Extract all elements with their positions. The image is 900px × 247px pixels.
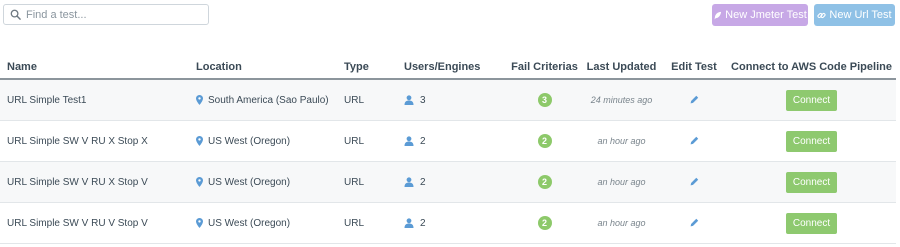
test-last-updated: 24 minutes ago: [582, 79, 661, 121]
connect-button[interactable]: Connect: [786, 171, 837, 193]
test-connect: Connect: [727, 202, 896, 244]
test-location: South America (Sao Paulo): [196, 79, 344, 121]
connect-button[interactable]: Connect: [786, 130, 837, 152]
test-last-updated: an hour ago: [582, 120, 661, 162]
table-row[interactable]: URL Simple SW V RU X Stop V US West (Ore…: [0, 161, 896, 203]
test-type: URL: [344, 161, 404, 203]
column-header-edit-test: Edit Test: [661, 56, 727, 80]
column-header-last-updated[interactable]: Last Updated: [582, 56, 661, 80]
test-name[interactable]: URL Simple SW V RU X Stop V: [0, 161, 196, 203]
search-box[interactable]: [3, 4, 209, 25]
column-header-users[interactable]: Users/Engines: [404, 56, 507, 80]
test-connect: Connect: [727, 79, 896, 121]
user-icon: [404, 218, 414, 228]
search-input[interactable]: [26, 8, 206, 21]
user-icon: [404, 95, 414, 105]
test-edit: [661, 202, 727, 244]
column-header-location[interactable]: Location: [196, 56, 344, 80]
column-header-name[interactable]: Name: [0, 56, 196, 80]
fail-criterias-badge: 3: [537, 93, 552, 107]
test-type: URL: [344, 79, 404, 121]
column-header-fail-criterias[interactable]: Fail Criterias: [507, 56, 582, 80]
toolbar: New Jmeter Test New Url Test: [0, 0, 900, 36]
test-connect: Connect: [727, 120, 896, 162]
tests-table: Name Location Type Users/Engines Fail Cr…: [0, 56, 896, 244]
new-jmeter-test-button[interactable]: New Jmeter Test: [712, 4, 808, 26]
test-last-updated: an hour ago: [582, 161, 661, 203]
map-pin-icon: [196, 94, 203, 105]
feather-icon: [714, 11, 722, 20]
last-updated-label: an hour ago: [597, 135, 646, 146]
column-header-type[interactable]: Type: [344, 56, 404, 80]
new-jmeter-test-label: New Jmeter Test: [725, 9, 807, 21]
new-url-test-label: New Url Test: [829, 9, 892, 21]
fail-criterias-badge: 2: [537, 134, 552, 148]
table-header-row: Name Location Type Users/Engines Fail Cr…: [0, 56, 896, 80]
table-row[interactable]: URL Simple SW V RU V Stop V US West (Ore…: [0, 202, 896, 244]
last-updated-label: an hour ago: [597, 217, 646, 228]
test-connect: Connect: [727, 161, 896, 203]
test-name[interactable]: URL Simple SW V RU X Stop X: [0, 120, 196, 162]
test-users-count: 2: [420, 135, 426, 147]
table-row[interactable]: URL Simple SW V RU X Stop X US West (Ore…: [0, 120, 896, 162]
test-type: URL: [344, 202, 404, 244]
link-icon: [817, 12, 826, 18]
new-url-test-button[interactable]: New Url Test: [814, 4, 895, 26]
test-users: 2: [404, 202, 507, 244]
test-users-count: 3: [420, 94, 426, 106]
test-users: 2: [404, 161, 507, 203]
test-users: 3: [404, 79, 507, 121]
pencil-icon[interactable]: [690, 95, 699, 104]
map-pin-icon: [196, 176, 203, 187]
connect-button[interactable]: Connect: [786, 212, 837, 234]
map-pin-icon: [196, 135, 203, 146]
user-icon: [404, 177, 414, 187]
map-pin-icon: [196, 217, 203, 228]
test-fail-criterias: 2: [507, 202, 582, 244]
table-row[interactable]: URL Simple Test1 South America (Sao Paul…: [0, 79, 896, 121]
test-location: US West (Oregon): [196, 120, 344, 162]
connect-button[interactable]: Connect: [786, 89, 837, 111]
test-location: US West (Oregon): [196, 202, 344, 244]
test-edit: [661, 79, 727, 121]
user-icon: [404, 136, 414, 146]
last-updated-label: 24 minutes ago: [590, 94, 653, 105]
fail-criterias-badge: 2: [537, 175, 552, 189]
pencil-icon[interactable]: [690, 218, 699, 227]
test-users-count: 2: [420, 217, 426, 229]
test-location-label: South America (Sao Paulo): [208, 94, 329, 106]
last-updated-label: an hour ago: [597, 176, 646, 187]
test-edit: [661, 120, 727, 162]
test-last-updated: an hour ago: [582, 202, 661, 244]
pencil-icon[interactable]: [690, 136, 699, 145]
test-users-count: 2: [420, 176, 426, 188]
fail-criterias-badge: 2: [537, 216, 552, 230]
test-location-label: US West (Oregon): [208, 176, 291, 188]
test-name[interactable]: URL Simple SW V RU V Stop V: [0, 202, 196, 244]
column-header-connect: Connect to AWS Code Pipeline: [727, 56, 896, 80]
search-icon: [10, 9, 21, 20]
test-location-label: US West (Oregon): [208, 135, 291, 147]
test-location-label: US West (Oregon): [208, 217, 291, 229]
test-location: US West (Oregon): [196, 161, 344, 203]
test-fail-criterias: 3: [507, 79, 582, 121]
test-fail-criterias: 2: [507, 120, 582, 162]
test-edit: [661, 161, 727, 203]
test-type: URL: [344, 120, 404, 162]
test-users: 2: [404, 120, 507, 162]
test-fail-criterias: 2: [507, 161, 582, 203]
test-name[interactable]: URL Simple Test1: [0, 79, 196, 121]
pencil-icon[interactable]: [690, 177, 699, 186]
